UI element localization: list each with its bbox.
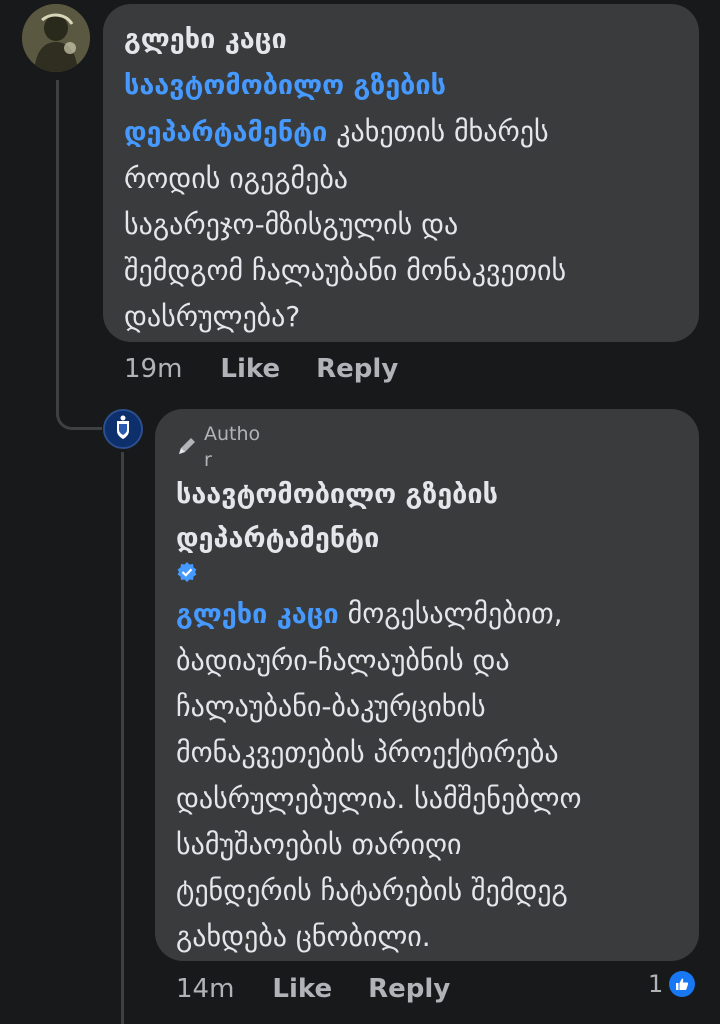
reply-button[interactable]: Reply [316, 354, 398, 384]
coat-of-arms-icon [105, 411, 141, 447]
comment-text-line: როდის იგეგმება [124, 162, 349, 195]
reply-text-line: დასრულებულია. სამშენებლო [176, 782, 582, 815]
comment-text-line: კახეთის მხარეს [336, 115, 549, 148]
thread-line [56, 80, 102, 430]
verified-row [176, 561, 679, 591]
avatar-image-icon [22, 4, 90, 72]
mention-link[interactable]: საავტომობილო გზების [124, 70, 446, 101]
reply-thread-line [121, 452, 124, 1024]
like-button[interactable]: Like [272, 974, 332, 1004]
mention-link[interactable]: გლეხი კაცი [176, 599, 339, 630]
comment-timestamp[interactable]: 19m [124, 354, 182, 384]
like-button[interactable]: Like [220, 354, 280, 384]
comment-actions: 19m Like Reply [124, 349, 434, 389]
pen-icon [179, 438, 195, 454]
author-badge-label: Author [204, 423, 261, 471]
mention-link-cont[interactable]: დეპარტამენტი [124, 117, 327, 148]
reply-timestamp[interactable]: 14m [176, 974, 234, 1004]
reply-text-line: მონაკვეთების პროექტირება [176, 736, 559, 769]
comment-text-line: საგარეჯო-მზისგულის და [124, 208, 459, 241]
comment-thread: გლეხი კაცი საავტომობილო გზების დეპარტამე… [0, 0, 720, 1024]
reply-bubble: Author საავტომობილო გზების დეპარტამენტი … [155, 409, 699, 961]
comment-text: საავტომობილო გზების დეპარტამენტი კახეთის… [124, 62, 679, 340]
reply-button[interactable]: Reply [368, 974, 450, 1004]
reply-text-line: სამუშაოების თარიღი [176, 828, 462, 861]
commenter-avatar[interactable] [22, 4, 90, 72]
author-badge: Author [176, 421, 679, 473]
reply-text-line: მოგესალმებით, [347, 597, 563, 630]
page-avatar[interactable] [103, 409, 143, 449]
commenter-name[interactable]: გლეხი კაცი [124, 18, 679, 62]
thumbs-up-icon [669, 971, 696, 997]
comment-text-line: დასრულება? [124, 300, 301, 333]
reply-text-line: ჩალაუბანი-ბაკურციხის [176, 690, 486, 723]
reaction-count: 1 [648, 970, 664, 998]
comment-bubble: გლეხი კაცი საავტომობილო გზების დეპარტამე… [103, 4, 699, 342]
replier-name[interactable]: საავტომობილო გზების [176, 473, 679, 517]
reply-text: გლეხი კაცი მოგესალმებით, ბადიაური-ჩალაუბ… [176, 591, 679, 960]
replier-name-cont[interactable]: დეპარტამენტი [176, 517, 679, 561]
reply-text-line: ბადიაური-ჩალაუბნის და [176, 644, 510, 677]
reply-actions: 14m Like Reply [176, 969, 486, 1009]
comment-text-line: შემდგომ ჩალაუბანი მონაკვეთის [124, 254, 567, 287]
verified-badge-icon [177, 562, 197, 582]
reaction-summary[interactable]: 1 [648, 970, 696, 998]
reply-text-line: გახდება ცნობილი. [176, 920, 431, 953]
reply-text-line: ტენდერის ჩატარების შემდეგ [176, 874, 568, 907]
